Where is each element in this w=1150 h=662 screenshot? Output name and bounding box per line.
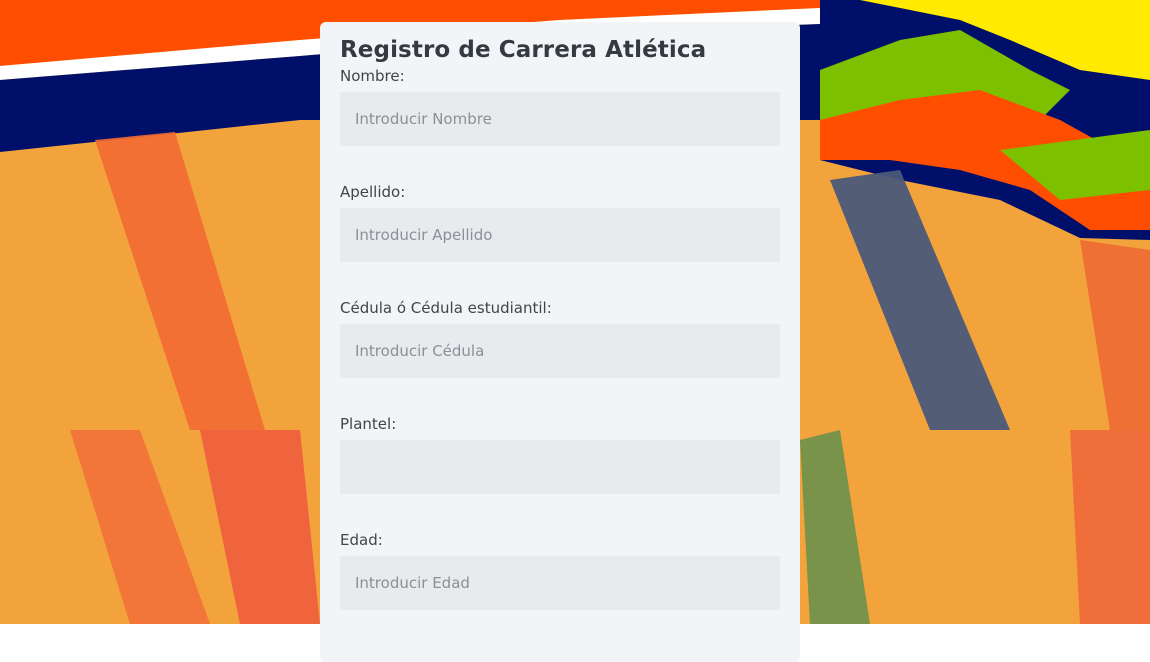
cedula-label: Cédula ó Cédula estudiantil: [340, 299, 552, 317]
cedula-input[interactable] [340, 324, 780, 378]
edad-field-group: Edad: [340, 530, 780, 610]
apellido-field-group: Apellido: [340, 182, 780, 262]
form-title: Registro de Carrera Atlética [340, 37, 707, 63]
apellido-label: Apellido: [340, 183, 406, 201]
plantel-label: Plantel: [340, 415, 397, 433]
registration-form: Registro de Carrera Atlética Nombre: Ape… [320, 22, 800, 662]
apellido-input[interactable] [340, 208, 780, 262]
plantel-field-group: Plantel: [340, 414, 780, 494]
nombre-label: Nombre: [340, 67, 405, 85]
plantel-input[interactable] [340, 440, 780, 494]
edad-input[interactable] [340, 556, 780, 610]
nombre-input[interactable] [340, 92, 780, 146]
cedula-field-group: Cédula ó Cédula estudiantil: [340, 298, 780, 378]
nombre-field-group: Nombre: [340, 66, 780, 146]
edad-label: Edad: [340, 531, 383, 549]
